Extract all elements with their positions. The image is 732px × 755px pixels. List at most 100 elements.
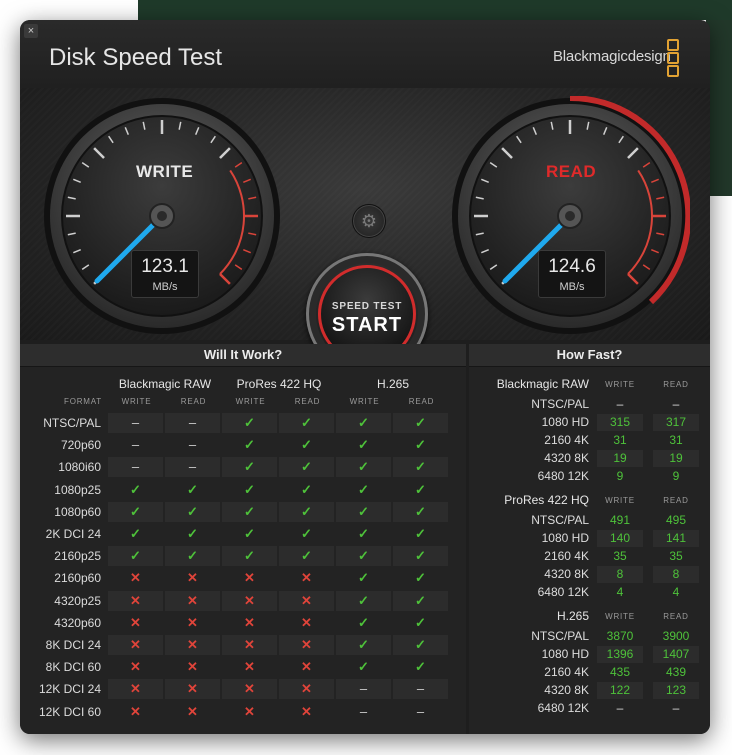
how-fast-row-label: 1080 HD [541,531,589,545]
cross-icon: ✕ [165,590,220,611]
check-icon: ✓ [279,546,334,567]
how-fast-row-label: NTSC/PAL [531,513,589,527]
check-icon: ✓ [222,413,277,433]
cross-icon: ✕ [130,570,141,586]
check-icon: ✓ [336,457,391,478]
brand-logo-icon [667,39,679,77]
format-row-label: 12K DCI 24 [38,682,101,697]
cross-icon: ✕ [187,703,198,719]
how-fast-write-value: 8 [597,566,643,583]
sub-header-write: WRITE [349,397,380,406]
write-label: WRITE [136,162,194,181]
check-icon: ✓ [336,501,391,522]
how-fast-write-value: 9 [616,469,624,483]
how-fast-row-label: 4320 8K [544,451,589,465]
format-row-label: 720p60 [60,438,101,453]
check-icon: ✓ [244,526,255,541]
how-fast-read-value: 9 [672,469,680,483]
cross-icon: ✕ [108,679,163,700]
check-icon: ✓ [358,481,369,497]
cross-icon: ✕ [301,703,312,719]
format-row-label: 4320p60 [54,615,101,630]
read-value-box: 124.6 MB/s [538,250,606,298]
how-fast-write-value: 1396 [597,646,643,663]
check-icon: ✓ [301,526,312,541]
format-group-1: ProRes 422 HQ [236,377,322,391]
read-gauge [452,96,690,334]
check-icon: ✓ [108,501,163,522]
how-fast-row-label: 6480 12K [537,701,589,715]
start-subtitle: SPEED TEST [331,301,403,312]
check-icon: ✓ [393,457,448,478]
cross-icon: ✕ [222,635,277,655]
how-fast-section-title: H.265 [556,609,589,623]
cross-icon: ✕ [165,679,220,700]
how-fast-row-label: NTSC/PAL [531,397,589,411]
check-icon: ✓ [279,413,334,433]
format-row-label: 8K DCI 60 [45,660,101,675]
check-icon: ✓ [130,526,141,541]
how-fast-row-label: 2160 4K [544,433,589,447]
format-row-label: 12K DCI 60 [38,704,101,719]
format-row-label: 2160p25 [54,549,101,564]
how-fast-row-label: 1080 HD [541,415,589,429]
cross-icon: ✕ [279,679,334,700]
check-icon: ✓ [358,659,369,675]
check-icon: ✓ [393,413,448,433]
check-icon: ✓ [187,526,198,541]
check-icon: ✓ [336,635,391,655]
cross-icon: ✕ [222,679,277,700]
how-fast-row-label: 4320 8K [544,683,589,697]
cross-icon: ✕ [244,570,255,586]
how-fast-sub-header-read: READ [663,496,689,505]
dash-icon: – [108,413,163,433]
format-row-label: 1080i60 [58,460,101,475]
check-icon: ✓ [244,481,255,497]
how-fast-write-value: 19 [597,450,643,467]
check-icon: ✓ [393,501,448,522]
dash-icon: – [359,703,368,719]
cross-icon: ✕ [222,590,277,611]
cross-icon: ✕ [187,570,198,586]
how-fast-heading: How Fast? [469,344,710,367]
check-icon: ✓ [358,526,369,541]
format-row-label: 8K DCI 24 [45,638,101,652]
how-fast-read-value: 35 [669,549,683,563]
check-icon: ✓ [165,546,220,567]
sub-header-read: READ [294,397,321,406]
dash-icon: – [416,703,425,719]
check-icon: ✓ [301,437,312,453]
check-icon: ✓ [393,635,448,655]
close-button[interactable]: × [24,24,38,38]
format-row-label: NTSC/PAL [43,416,101,430]
read-label: READ [546,162,597,181]
read-value: 124.6 [548,256,596,277]
read-unit: MB/s [559,281,585,293]
check-icon: ✓ [393,546,448,567]
check-icon: ✓ [358,437,369,453]
cross-icon: ✕ [187,614,198,630]
how-fast-read-value: 19 [653,450,699,467]
how-fast-read-value: 1407 [653,646,699,663]
cross-icon: ✕ [301,614,312,630]
dash-icon: – [393,679,448,700]
cross-icon: ✕ [187,659,198,675]
sub-header-write: WRITE [235,397,266,406]
check-icon: ✓ [279,457,334,478]
settings-gear-icon[interactable]: ⚙ [352,204,386,238]
cross-icon: ✕ [244,614,255,630]
will-it-work-panel: Will It Work? Blackmagic RAW WRITE READ Pro… [20,344,466,734]
how-fast-section-title: ProRes 422 HQ [504,493,589,507]
will-it-work-heading: Will It Work? [20,344,466,367]
check-icon: ✓ [187,481,198,497]
how-fast-write-value: 4 [616,585,624,599]
cross-icon: ✕ [130,703,141,719]
how-fast-read-value: 495 [665,513,687,527]
how-fast-read-value: 123 [653,682,699,699]
cross-icon: ✕ [165,635,220,655]
how-fast-read-value: – [672,397,680,411]
check-icon: ✓ [415,570,426,586]
check-icon: ✓ [358,570,369,586]
disk-speed-test-window: × Disk Speed Test Blackmagicdesign WRITE… [20,20,710,734]
how-fast-sub-header-read: READ [663,380,689,389]
